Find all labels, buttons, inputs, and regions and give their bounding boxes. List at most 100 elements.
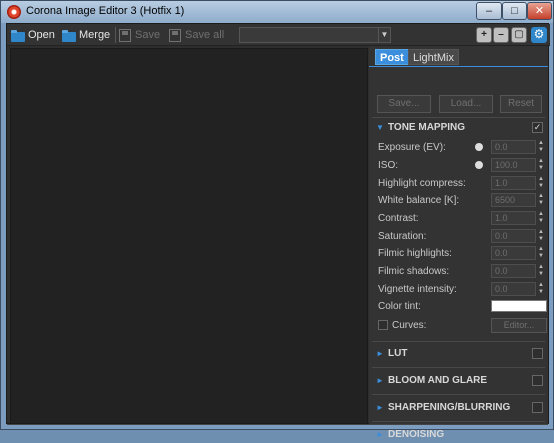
image-select-dropdown[interactable]: ▼ (239, 27, 391, 43)
title-bar[interactable]: Corona Image Editor 3 (Hotfix 1) – □ ✕ (1, 1, 553, 23)
iso-input[interactable]: 100.0 (491, 158, 536, 172)
spinner-arrows-icon[interactable]: ▲ ▼ (537, 229, 545, 243)
exposure-label: Exposure (EV): (378, 142, 446, 153)
bloom-glare-checkbox[interactable] (532, 375, 543, 386)
section-denoising[interactable]: ► DENOISING (374, 427, 546, 443)
preset-load-button[interactable]: Load... (439, 95, 493, 113)
save-all-button[interactable]: Save all (169, 26, 224, 44)
merge-button[interactable]: Merge (62, 26, 110, 44)
divider (372, 394, 545, 395)
highlight-compress-label: Highlight compress: (378, 178, 466, 189)
toolbar: Open Merge Save Save all ▼ + – ▢ ⚙ (7, 24, 550, 46)
divider (372, 367, 545, 368)
spinner-arrows-icon[interactable]: ▲ ▼ (537, 282, 545, 296)
save-label: Save (135, 29, 161, 41)
curves-label: Curves: (392, 320, 427, 331)
section-tone-mapping[interactable]: ▼ TONE MAPPING ✓ (374, 120, 546, 136)
settings-gear-icon[interactable]: ⚙ (531, 27, 547, 43)
spinner-arrows-icon[interactable]: ▲ ▼ (537, 246, 545, 260)
saturation-label: Saturation: (378, 231, 427, 242)
image-viewport[interactable] (10, 48, 368, 424)
toolbar-separator (115, 27, 116, 43)
section-title: DENOISING (388, 429, 445, 440)
exposure-input[interactable]: 0.0 (491, 140, 536, 154)
filmic-shadows-label: Filmic shadows: (378, 266, 450, 277)
iso-label: ISO: (378, 160, 399, 171)
save-disk-icon (119, 28, 131, 42)
filmic-shadows-row: Filmic shadows: 0.0 ▲ ▼ (378, 264, 546, 279)
merge-label: Merge (79, 29, 111, 41)
folder-merge-icon (62, 29, 76, 42)
tab-post[interactable]: Post (375, 49, 409, 65)
bottom-border (7, 424, 548, 425)
curves-checkbox[interactable] (378, 320, 388, 330)
preset-reset-button[interactable]: Reset (500, 95, 542, 113)
highlight-compress-input[interactable]: 1.0 (491, 176, 536, 190)
white-balance-row: White balance [K]: 6500 ▲ ▼ (378, 193, 546, 208)
spinner-arrows-icon[interactable]: ▲ ▼ (537, 193, 545, 207)
tab-lightmix[interactable]: LightMix (408, 49, 459, 65)
filmic-shadows-input[interactable]: 0.0 (491, 264, 536, 278)
filmic-highlights-input[interactable]: 0.0 (491, 246, 536, 260)
window-title: Corona Image Editor 3 (Hotfix 1) (26, 5, 185, 17)
exposure-radio[interactable] (475, 143, 483, 151)
section-bloom-glare[interactable]: ► BLOOM AND GLARE (374, 373, 546, 389)
color-tint-row: Color tint: (378, 299, 547, 314)
section-lut[interactable]: ► LUT (374, 346, 546, 362)
section-sharpening-blurring[interactable]: ► SHARPENING/BLURRING (374, 400, 546, 416)
folder-open-icon (11, 29, 25, 42)
zoom-out-icon[interactable]: – (493, 27, 509, 43)
exposure-row: Exposure (EV): 0.0 ▲ ▼ (378, 140, 546, 155)
curves-row: Curves: Editor... (378, 318, 547, 333)
post-processing-panel: Post LightMix Save... Load... Reset ▼ TO… (369, 46, 548, 440)
curves-editor-button[interactable]: Editor... (491, 318, 547, 333)
vignette-label: Vignette intensity: (378, 284, 457, 295)
saturation-input[interactable]: 0.0 (491, 229, 536, 243)
zoom-fit-icon[interactable]: ▢ (511, 27, 527, 43)
editor-client-area: Open Merge Save Save all ▼ + – ▢ ⚙ Post … (6, 23, 550, 440)
highlight-compress-row: Highlight compress: 1.0 ▲ ▼ (378, 176, 546, 191)
color-tint-label: Color tint: (378, 301, 421, 312)
spinner-arrows-icon[interactable]: ▲ ▼ (537, 176, 545, 190)
tone-mapping-checkbox[interactable]: ✓ (532, 122, 543, 133)
section-title: SHARPENING/BLURRING (388, 402, 511, 413)
vignette-input[interactable]: 0.0 (491, 282, 536, 296)
minimize-button[interactable]: – (476, 2, 502, 20)
collapse-arrow-icon: ► (376, 430, 384, 439)
save-all-disk-icon (169, 28, 181, 42)
chevron-down-icon[interactable]: ▼ (378, 28, 390, 42)
open-label: Open (28, 29, 55, 41)
preset-save-button[interactable]: Save... (377, 95, 431, 113)
collapse-arrow-icon: ► (376, 349, 384, 358)
section-title: LUT (388, 348, 408, 359)
open-button[interactable]: Open (11, 26, 55, 44)
save-button[interactable]: Save (119, 26, 160, 44)
zoom-in-icon[interactable]: + (476, 27, 492, 43)
expand-arrow-icon: ▼ (376, 123, 384, 132)
vignette-row: Vignette intensity: 0.0 ▲ ▼ (378, 282, 546, 297)
spinner-arrows-icon[interactable]: ▲ ▼ (537, 211, 545, 225)
white-balance-input[interactable]: 6500 (491, 193, 536, 207)
contrast-row: Contrast: 1.0 ▲ ▼ (378, 211, 546, 226)
save-all-label: Save all (185, 29, 225, 41)
filmic-highlights-label: Filmic highlights: (378, 248, 452, 259)
divider (372, 341, 545, 342)
spinner-arrows-icon[interactable]: ▲ ▼ (537, 158, 545, 172)
section-title: TONE MAPPING (388, 122, 466, 133)
lut-checkbox[interactable] (532, 348, 543, 359)
filmic-highlights-row: Filmic highlights: 0.0 ▲ ▼ (378, 246, 546, 261)
contrast-input[interactable]: 1.0 (491, 211, 536, 225)
collapse-arrow-icon: ► (376, 403, 384, 412)
iso-radio[interactable] (475, 161, 483, 169)
maximize-button[interactable]: □ (502, 2, 527, 20)
divider (372, 117, 545, 118)
sharpening-checkbox[interactable] (532, 402, 543, 413)
close-button[interactable]: ✕ (527, 2, 552, 20)
section-title: BLOOM AND GLARE (388, 375, 488, 386)
color-tint-swatch[interactable] (491, 300, 547, 312)
spinner-arrows-icon[interactable]: ▲ ▼ (537, 140, 545, 154)
spinner-arrows-icon[interactable]: ▲ ▼ (537, 264, 545, 278)
corona-logo-icon[interactable] (7, 5, 21, 19)
iso-row: ISO: 100.0 ▲ ▼ (378, 158, 546, 173)
contrast-label: Contrast: (378, 213, 419, 224)
